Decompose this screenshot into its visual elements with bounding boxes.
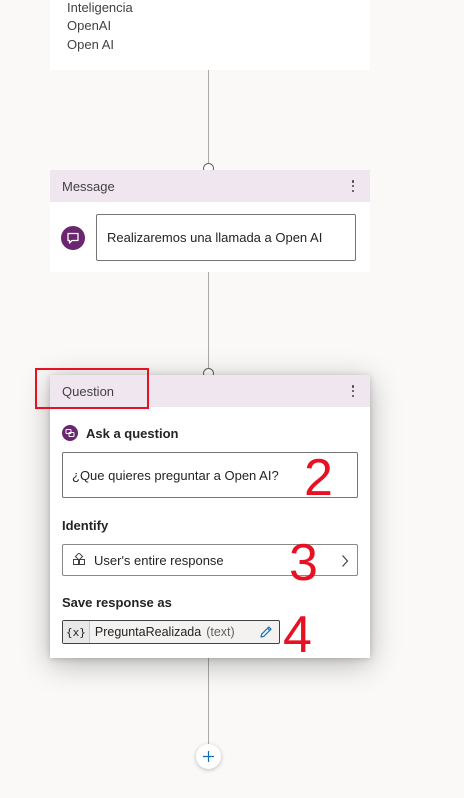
variable-name: PreguntaRealizada [94,625,202,639]
plus-icon [203,751,214,762]
connector-line [208,272,209,370]
previous-node-text: Inteligencia [67,0,133,15]
annotation-highlight-box [35,368,149,409]
pencil-icon[interactable] [259,625,273,639]
kebab-menu-icon[interactable] [348,179,358,193]
save-response-label: Save response as [62,595,172,610]
add-node-button[interactable] [196,744,221,769]
connector-line [208,658,209,744]
annotation-number: 3 [289,534,318,592]
variable-pill[interactable]: {x} PreguntaRealizada (text) [62,620,280,644]
chat-bubble-icon [61,226,85,250]
ask-question-row: Ask a question [62,425,178,441]
identify-label: Identify [62,518,109,533]
question-node-card: Question Ask a question ¿Que quieres pre… [35,368,370,658]
connector-line [208,70,209,164]
message-node-body: Realizaremos una llamada a Open AI [50,202,370,272]
previous-node-card[interactable]: Inteligencia OpenAI Open AI [50,0,370,70]
ask-question-label: Ask a question [86,425,179,441]
message-node-header[interactable]: Message [50,170,370,202]
message-text-box[interactable]: Realizaremos una llamada a Open AI [96,214,356,261]
question-icon [62,425,78,441]
chevron-right-icon [342,555,349,567]
previous-node-text: OpenAI [67,18,112,33]
variable-type: (text) [206,625,235,639]
variable-icon: {x} [63,621,90,643]
identify-value: User's entire response [94,552,224,568]
annotation-number: 2 [304,449,333,507]
annotation-number: 4 [283,606,312,664]
previous-node-text: Open AI [67,37,114,52]
kebab-menu-icon[interactable] [348,384,358,398]
entity-icon [73,553,85,565]
message-node-title: Message [62,178,115,194]
